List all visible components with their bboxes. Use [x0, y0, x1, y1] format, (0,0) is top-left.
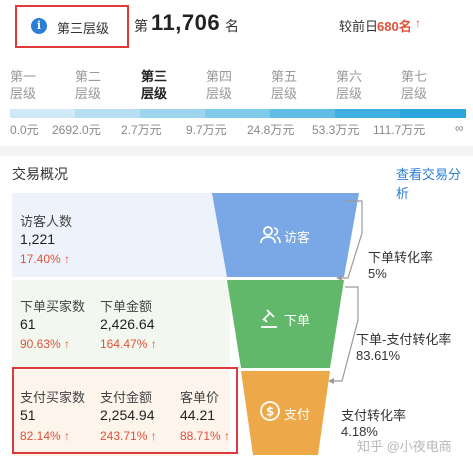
- funnel-pay-label: 支付: [284, 407, 311, 422]
- order-panel: 下单买家数 61 90.63% ↑ 下单金额 2,426.64 164.47% …: [12, 280, 230, 368]
- order-hammer-icon: [261, 309, 277, 328]
- scale-label: 2692.0元: [52, 123, 101, 137]
- scale-label: 2.7万元: [121, 123, 162, 137]
- visitors-value: 1,221: [20, 231, 56, 247]
- connector-visit-order: [339, 200, 363, 279]
- scale-label: 24.8万元: [247, 123, 295, 137]
- connector-order-pay: [331, 286, 359, 382]
- order-rate-label: 下单转化率: [368, 250, 434, 265]
- payment-highlight-box: [12, 367, 238, 454]
- tier-item-6[interactable]: 第六 层级: [336, 68, 376, 102]
- tier-item-5[interactable]: 第五 层级: [271, 68, 311, 102]
- tier-suffix: 层级: [336, 86, 363, 101]
- scale-label: 53.3万元: [312, 123, 360, 137]
- order-pay-rate-label: 下单-支付转化率: [356, 332, 452, 347]
- info-icon[interactable]: i: [31, 18, 47, 34]
- order-amount-label: 下单金额: [100, 299, 153, 314]
- svg-text:$: $: [266, 405, 274, 419]
- scale-segment: [335, 109, 400, 118]
- rank-number: 11,706: [151, 10, 221, 35]
- scale-segment: [75, 109, 140, 118]
- scale-label: 111.7万元: [373, 123, 426, 137]
- tier-name: 第六: [336, 69, 363, 84]
- section-divider: [0, 146, 473, 156]
- tier-name: 第二: [75, 69, 102, 84]
- rank-header: i 第三层级 第 11,706 名 较前日 680名 ↑: [0, 0, 473, 50]
- order-amount-change: 164.47% ↑: [100, 337, 157, 351]
- change-value: 164.47%: [100, 337, 148, 351]
- current-tier-label: 第三层级: [57, 21, 110, 36]
- tier-suffix: 层级: [10, 86, 37, 101]
- prev-day-label: 较前日: [339, 19, 379, 34]
- change-value: 17.40%: [20, 252, 61, 266]
- tier-list: 第一层级 第二层级 第三层级 第四层级 第五层级 第六层级 第七层级: [0, 68, 473, 108]
- up-arrow-icon: ↑: [415, 16, 421, 30]
- visitors-label: 访客人数: [20, 214, 73, 229]
- visitors-change: 17.40% ↑: [20, 252, 70, 266]
- order-pay-rate-value: 83.61%: [356, 348, 401, 363]
- arrowhead: [328, 378, 334, 384]
- order-buyers-label: 下单买家数: [20, 299, 86, 314]
- funnel-order-label: 下单: [284, 313, 311, 328]
- tier-name: 第四: [206, 69, 233, 84]
- order-rate-value: 5%: [368, 266, 387, 281]
- scale-segment: [205, 109, 270, 118]
- scale-segment: [140, 109, 205, 118]
- view-analysis-link[interactable]: 查看交易分析: [396, 164, 473, 202]
- tier-suffix: 层级: [75, 86, 102, 101]
- scale-label-infinity: ∞: [455, 121, 464, 135]
- scale-label: 0.0元: [10, 123, 39, 137]
- tier-name: 第五: [271, 69, 298, 84]
- tier-item-3[interactable]: 第三 层级: [141, 68, 181, 102]
- current-tier-box[interactable]: i 第三层级: [15, 5, 129, 48]
- arrowhead: [336, 275, 342, 281]
- section-title: 交易概况: [12, 166, 68, 182]
- tier-name: 第一: [10, 69, 37, 84]
- funnel-visit-label: 访客: [284, 230, 311, 245]
- visitors-panel: 访客人数 1,221 17.40% ↑: [12, 193, 230, 277]
- visitors-icon: [260, 226, 281, 244]
- up-arrow-icon: ↑: [150, 337, 157, 351]
- up-arrow-icon: ↑: [64, 337, 71, 351]
- prev-day-value: 680名: [377, 19, 412, 34]
- scale-segment: [10, 109, 75, 118]
- up-arrow-icon: ↑: [64, 252, 71, 266]
- tier-scale-labels: 0.0元 2692.0元 2.7万元 9.7万元 24.8万元 53.3万元 1…: [0, 121, 473, 137]
- rank-suffix: 名: [225, 18, 239, 34]
- tier-suffix: 层级: [206, 86, 233, 101]
- change-value: 90.63%: [20, 337, 61, 351]
- scale-label: 9.7万元: [186, 123, 227, 137]
- scale-segment: [400, 109, 466, 118]
- order-buyers-value: 61: [20, 316, 36, 332]
- tier-scale-bar: [10, 109, 466, 118]
- tier-item-7[interactable]: 第七 层级: [401, 68, 441, 102]
- tier-name: 第三: [141, 69, 168, 84]
- order-amount-value: 2,426.64: [100, 316, 155, 332]
- tier-suffix: 层级: [271, 86, 298, 101]
- tier-item-4[interactable]: 第四 层级: [206, 68, 246, 102]
- tier-suffix: 层级: [141, 86, 168, 101]
- tier-name: 第七: [401, 69, 428, 84]
- tier-item-2[interactable]: 第二 层级: [75, 68, 115, 102]
- rank-prefix: 第: [134, 18, 148, 34]
- scale-segment: [270, 109, 335, 118]
- payment-coin-icon: $: [260, 401, 280, 421]
- tier-suffix: 层级: [401, 86, 428, 101]
- order-buyers-change: 90.63% ↑: [20, 337, 70, 351]
- pay-rate-label: 支付转化率: [341, 408, 407, 423]
- watermark: 知乎 @小夜电商: [357, 439, 452, 454]
- tier-item-1[interactable]: 第一 层级: [10, 68, 50, 102]
